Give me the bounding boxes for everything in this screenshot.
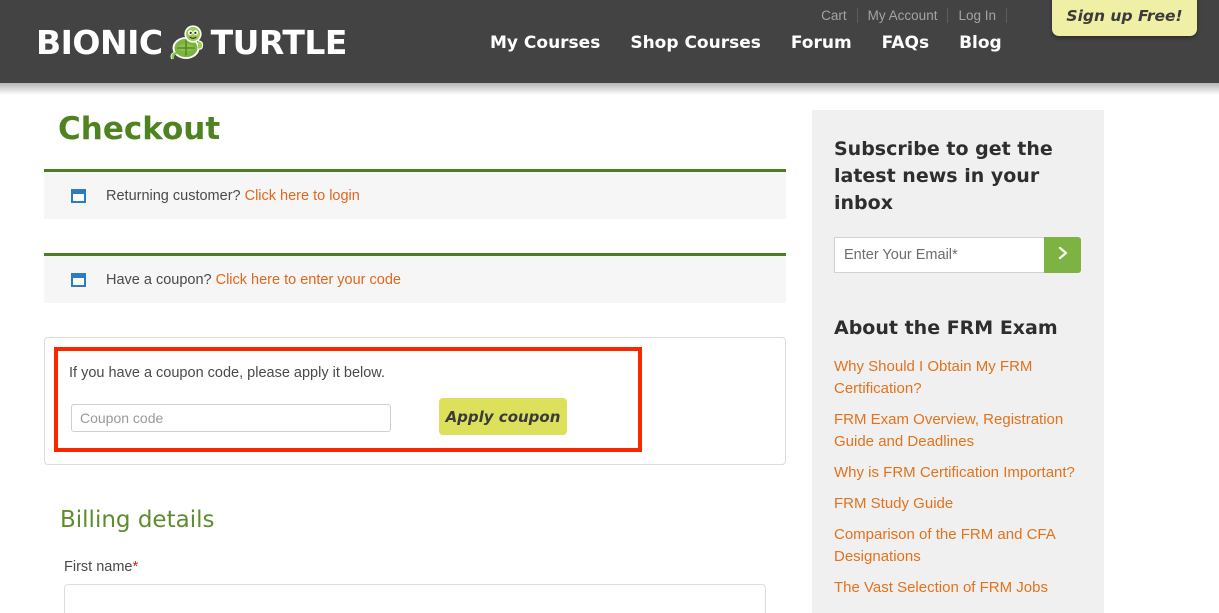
utility-nav: Cart My Account Log In bbox=[811, 8, 1007, 23]
brand-word-bionic: BIONIC bbox=[36, 22, 163, 62]
required-mark: * bbox=[132, 558, 139, 575]
list-item: FRM Study Guide bbox=[834, 493, 1082, 515]
list-item: Why Should I Obtain My FRM Certification… bbox=[834, 356, 1082, 400]
header-shadow bbox=[0, 83, 1219, 95]
list-item: Why is FRM Certification Important? bbox=[834, 462, 1082, 484]
frm-link-study-guide[interactable]: FRM Study Guide bbox=[834, 493, 953, 515]
utility-link-cart[interactable]: Cart bbox=[811, 8, 857, 23]
coupon-notice[interactable]: Have a coupon? Click here to enter your … bbox=[44, 253, 786, 303]
coupon-box-icon bbox=[71, 272, 86, 287]
site-header: BIONIC TURTLE Cart My Account Log In Sig… bbox=[0, 0, 1219, 83]
list-item: The Vast Selection of FRM Jobs bbox=[834, 577, 1082, 599]
signup-free-button[interactable]: Sign up Free! bbox=[1052, 0, 1197, 36]
apply-coupon-button[interactable]: Apply coupon bbox=[439, 398, 567, 435]
frm-exam-heading: About the FRM Exam bbox=[834, 316, 1058, 339]
billing-details-title: Billing details bbox=[60, 507, 215, 533]
first-name-label: First name* bbox=[64, 558, 786, 575]
frm-links-list: Why Should I Obtain My FRM Certification… bbox=[834, 356, 1082, 599]
list-item: Comparison of the FRM and CFA Designatio… bbox=[834, 524, 1082, 568]
first-name-label-text: First name bbox=[64, 559, 133, 575]
page-title: Checkout bbox=[58, 111, 221, 147]
login-box-icon bbox=[71, 188, 86, 203]
first-name-field-group: First name* bbox=[64, 558, 786, 613]
coupon-form-panel: If you have a coupon code, please apply … bbox=[44, 337, 786, 465]
utility-link-my-account[interactable]: My Account bbox=[858, 8, 948, 23]
coupon-notice-text: Have a coupon? bbox=[106, 271, 212, 288]
frm-link-why-obtain-certification[interactable]: Why Should I Obtain My FRM Certification… bbox=[834, 356, 1082, 400]
page-body: Checkout Returning customer? Click here … bbox=[0, 83, 1219, 613]
nav-link-shop-courses[interactable]: Shop Courses bbox=[630, 33, 761, 53]
coupon-code-input[interactable] bbox=[71, 404, 391, 432]
subscribe-email-input[interactable] bbox=[834, 236, 1044, 273]
subscribe-heading: Subscribe to get the latest news in your… bbox=[834, 138, 1053, 214]
frm-link-exam-overview[interactable]: FRM Exam Overview, Registration Guide an… bbox=[834, 409, 1082, 453]
utility-link-log-in[interactable]: Log In bbox=[948, 8, 1006, 23]
login-link[interactable]: Click here to login bbox=[245, 188, 360, 204]
frm-link-frm-jobs[interactable]: The Vast Selection of FRM Jobs bbox=[834, 577, 1048, 599]
subscribe-form bbox=[834, 236, 1081, 273]
returning-customer-notice[interactable]: Returning customer? Click here to login bbox=[44, 169, 786, 219]
frm-link-why-important[interactable]: Why is FRM Certification Important? bbox=[834, 462, 1075, 484]
frm-link-frm-cfa-comparison[interactable]: Comparison of the FRM and CFA Designatio… bbox=[834, 524, 1082, 568]
coupon-hint-text: If you have a coupon code, please apply … bbox=[69, 365, 385, 381]
brand-logo[interactable]: BIONIC TURTLE bbox=[36, 19, 347, 65]
returning-customer-text: Returning customer? bbox=[106, 187, 241, 204]
main-nav: My Courses Shop Courses Forum FAQs Blog bbox=[490, 33, 1002, 53]
brand-word-turtle: TURTLE bbox=[210, 22, 348, 62]
list-item: FRM Exam Overview, Registration Guide an… bbox=[834, 409, 1082, 453]
turtle-logo-icon bbox=[165, 21, 209, 65]
coupon-enter-link[interactable]: Click here to enter your code bbox=[216, 272, 401, 288]
first-name-input[interactable] bbox=[64, 584, 766, 613]
sidebar: Subscribe to get the latest news in your… bbox=[812, 110, 1104, 613]
utility-divider bbox=[1006, 8, 1007, 23]
subscribe-submit-button[interactable] bbox=[1044, 236, 1081, 273]
nav-link-my-courses[interactable]: My Courses bbox=[490, 33, 600, 53]
nav-link-faqs[interactable]: FAQs bbox=[882, 33, 929, 53]
arrow-right-icon bbox=[1055, 245, 1071, 264]
nav-link-blog[interactable]: Blog bbox=[959, 33, 1002, 53]
checkout-column: Checkout Returning customer? Click here … bbox=[44, 114, 786, 613]
nav-link-forum[interactable]: Forum bbox=[791, 33, 852, 53]
